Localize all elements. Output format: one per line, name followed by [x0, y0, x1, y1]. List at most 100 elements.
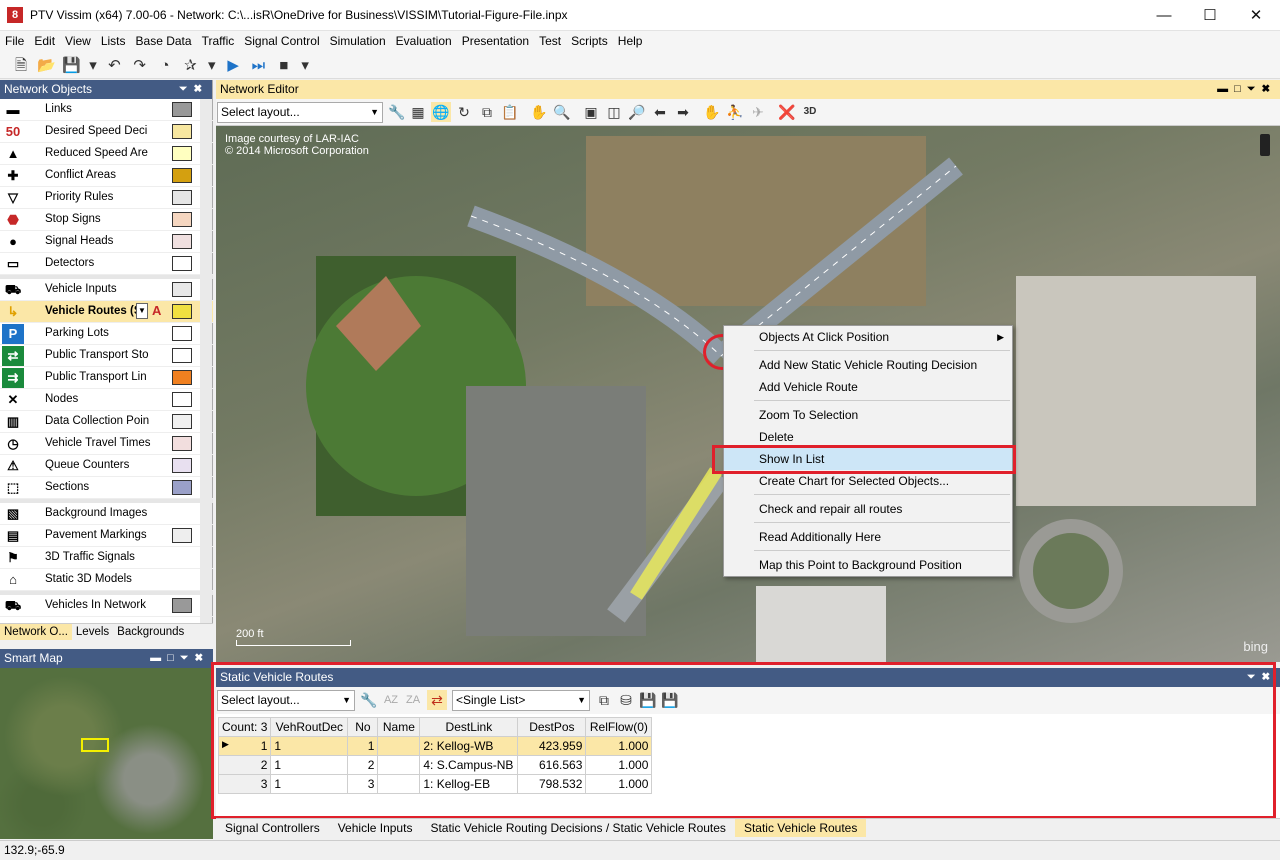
step-icon[interactable]: ⏭ [247, 55, 269, 77]
stop-dropdown-icon[interactable]: ▾ [298, 55, 312, 77]
minimize-button[interactable]: — [1141, 0, 1187, 31]
network-object-detector[interactable]: ▭ Detectors [0, 253, 213, 275]
globe-icon[interactable]: 🌐 [431, 102, 451, 122]
menu-lists[interactable]: Lists [96, 31, 131, 51]
menu-signal-control[interactable]: Signal Control [239, 31, 324, 51]
undo-icon[interactable]: ↶ [103, 55, 125, 77]
color-swatch[interactable] [172, 190, 192, 205]
color-swatch[interactable] [172, 304, 192, 319]
menu-item-zoom-to-selection[interactable]: Zoom To Selection [724, 404, 1012, 426]
tab-backgrounds[interactable]: Backgrounds [113, 624, 188, 640]
network-object-vehicle-input[interactable]: ⛟ Vehicle Inputs [0, 279, 213, 301]
network-object-vehicle-network[interactable]: ⛟ Vehicles In Network [0, 595, 213, 617]
pan-hand-icon[interactable]: ✋ [529, 102, 549, 122]
menu-view[interactable]: View [60, 31, 96, 51]
menu-item-map-point[interactable]: Map this Point to Background Position [724, 554, 1012, 576]
vehicle-route-highlight[interactable] [630, 467, 722, 600]
tab-network-objects[interactable]: Network O... [0, 624, 72, 640]
network-object-pavement[interactable]: ▤ Pavement Markings [0, 525, 213, 547]
network-object-priority[interactable]: ▽ Priority Rules [0, 187, 213, 209]
tab-static-vehicle-routes[interactable]: Static Vehicle Routes [734, 819, 867, 837]
color-swatch[interactable] [172, 102, 192, 117]
color-swatch[interactable] [172, 528, 192, 543]
walk-icon[interactable]: ⛹ [725, 102, 745, 122]
color-swatch[interactable] [172, 212, 192, 227]
maximize-button[interactable]: ☐ [1187, 0, 1233, 31]
menu-edit[interactable]: Edit [29, 31, 60, 51]
menu-item-add-vehicle-route[interactable]: Add Vehicle Route [724, 376, 1012, 398]
zoom-window-icon[interactable]: ◫ [604, 102, 624, 122]
color-swatch[interactable] [172, 436, 192, 451]
back-arrow-icon[interactable]: ⬅ [650, 102, 670, 122]
network-object-background-image[interactable]: ▧ Background Images [0, 503, 213, 525]
network-object-pt-line[interactable]: ⇉ Public Transport Lin [0, 367, 213, 389]
network-object-parking[interactable]: P Parking Lots [0, 323, 213, 345]
grid-icon[interactable]: ▦ [408, 102, 428, 122]
refresh-icon[interactable]: ↻ [454, 102, 474, 122]
color-swatch[interactable] [172, 458, 192, 473]
network-object-3d-model[interactable]: ⌂ Static 3D Models [0, 569, 213, 591]
network-object-stop-sign[interactable]: ⬣ Stop Signs [0, 209, 213, 231]
play-icon[interactable]: ▶ [222, 55, 244, 77]
tab-vehicle-inputs[interactable]: Vehicle Inputs [329, 819, 422, 837]
color-swatch[interactable] [172, 282, 192, 297]
color-swatch[interactable] [172, 168, 192, 183]
copy-icon[interactable]: ⧉ [477, 102, 497, 122]
network-object-nodes[interactable]: ✕ Nodes [0, 389, 213, 411]
color-swatch[interactable] [172, 370, 192, 385]
network-object-queue-counter[interactable]: ⚠ Queue Counters [0, 455, 213, 477]
network-object-vehicle-route[interactable]: ↳ Vehicle Routes (St ▼ A [0, 301, 213, 323]
color-swatch[interactable] [172, 414, 192, 429]
menu-help[interactable]: Help [613, 31, 648, 51]
smart-map-view[interactable] [0, 668, 213, 839]
network-object-speed-50[interactable]: 50 Desired Speed Deci [0, 121, 213, 143]
menu-item-add-routing-decision[interactable]: Add New Static Vehicle Routing Decision [724, 354, 1012, 376]
menu-traffic[interactable]: Traffic [197, 31, 240, 51]
color-swatch[interactable] [172, 124, 192, 139]
color-swatch[interactable] [172, 326, 192, 341]
color-swatch[interactable] [172, 146, 192, 161]
network-object-conflict[interactable]: ✚ Conflict Areas [0, 165, 213, 187]
new-file-icon[interactable]: 🗎 [10, 55, 32, 77]
color-swatch[interactable] [172, 234, 192, 249]
network-object-3d-signal[interactable]: ⚑ 3D Traffic Signals [0, 547, 213, 569]
route-type-dropdown-icon[interactable]: ▼ [136, 303, 148, 319]
zoom-icon[interactable]: 🔎 [627, 102, 647, 122]
menu-item-check-repair-routes[interactable]: Check and repair all routes [724, 498, 1012, 520]
color-swatch[interactable] [172, 256, 192, 271]
wrench-icon[interactable]: 🔧 [387, 102, 407, 122]
menu-base-data[interactable]: Base Data [131, 31, 197, 51]
menu-evaluation[interactable]: Evaluation [391, 31, 457, 51]
star-dropdown-icon[interactable]: ▾ [205, 55, 219, 77]
tab-levels[interactable]: Levels [72, 624, 113, 640]
menu-item-read-additionally[interactable]: Read Additionally Here [724, 526, 1012, 548]
viewport-rectangle[interactable] [81, 738, 109, 752]
close-button[interactable]: ✕ [1233, 0, 1279, 31]
network-object-links[interactable]: ▬ Links [0, 99, 213, 121]
network-object-data-collection[interactable]: ▥ Data Collection Poin [0, 411, 213, 433]
stop-icon[interactable]: ■ [273, 55, 295, 77]
3d-view-icon[interactable]: 3D [800, 102, 820, 122]
color-swatch[interactable] [172, 598, 192, 613]
network-object-travel-time[interactable]: ◷ Vehicle Travel Times [0, 433, 213, 455]
save-dropdown-icon[interactable]: ▾ [86, 55, 100, 77]
tab-signal-controllers[interactable]: Signal Controllers [216, 819, 329, 837]
fly-icon[interactable]: ✈ [748, 102, 768, 122]
network-object-pt-stop[interactable]: ⇄ Public Transport Sto [0, 345, 213, 367]
tab-routing-decisions-routes[interactable]: Static Vehicle Routing Decisions / Stati… [421, 819, 735, 837]
forward-arrow-icon[interactable]: ➡ [673, 102, 693, 122]
menu-simulation[interactable]: Simulation [325, 31, 391, 51]
network-object-sections[interactable]: ⬚ Sections [0, 477, 213, 499]
network-object-signal-head[interactable]: ● Signal Heads [0, 231, 213, 253]
no-select-icon[interactable]: ❌ [777, 102, 797, 122]
color-swatch[interactable] [172, 392, 192, 407]
paste-icon[interactable]: 📋 [500, 102, 520, 122]
color-swatch[interactable] [172, 480, 192, 495]
menu-presentation[interactable]: Presentation [457, 31, 534, 51]
panel-pin-close-icons[interactable]: ⏷✖ [179, 80, 208, 99]
grab-hand-icon[interactable]: ✋ [702, 102, 722, 122]
layout-select[interactable]: Select layout... ▼ [217, 102, 383, 123]
star-icon[interactable]: ✰ [179, 55, 201, 77]
zoom-select-icon[interactable]: 🔍 [552, 102, 572, 122]
menu-test[interactable]: Test [534, 31, 566, 51]
